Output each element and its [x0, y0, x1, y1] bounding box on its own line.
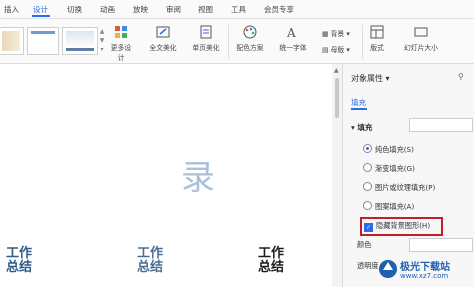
tab-slideshow[interactable]: 放映	[133, 4, 148, 15]
scroll-up-icon[interactable]: ▲	[334, 67, 339, 74]
ribbon-divider	[228, 25, 229, 59]
radio-solid-fill[interactable]: 纯色填充(S)	[363, 144, 414, 155]
scroll-thumb[interactable]	[335, 78, 339, 118]
checkmark-icon: ✓	[364, 223, 373, 232]
design-thumbnail-2[interactable]	[27, 27, 59, 55]
palette-icon	[243, 25, 257, 39]
radio-picture-fill[interactable]: 图片或纹理填充(P)	[363, 182, 435, 193]
tab-fill[interactable]: 填充	[351, 97, 366, 108]
magic-icon	[156, 26, 170, 38]
menu-bar: 插入 设计 切换 动画 放映 审阅 视图 工具 会员专享	[0, 0, 474, 19]
gallery-scroll[interactable]: ▲ ▼ ▾	[98, 27, 106, 53]
slide-title-2: 工作 总结	[137, 246, 164, 275]
page-icon	[200, 25, 212, 39]
radio-icon	[363, 182, 372, 191]
tab-member[interactable]: 会员专享	[264, 4, 294, 15]
active-panel-tab-indicator	[351, 108, 367, 110]
single-page-beautify-button[interactable]: 单页美化	[188, 25, 224, 52]
slide-size-button[interactable]: 幻灯片大小	[398, 25, 444, 52]
unified-font-button[interactable]: A 统一字体	[273, 25, 313, 52]
fill-type-dropdown[interactable]	[409, 118, 473, 132]
radio-icon	[363, 163, 372, 172]
background-button[interactable]: ▦ 背景 ▾	[322, 28, 350, 38]
tab-animation[interactable]: 动画	[100, 4, 115, 15]
tab-transition[interactable]: 切换	[67, 4, 82, 15]
slide-title-1: 工作 总结	[6, 246, 33, 275]
pin-icon[interactable]: ⚲	[458, 72, 464, 81]
slide-canvas-area: 录 工作 总结 工作 总结 工作 总结 ▲	[0, 64, 342, 287]
font-icon: A	[286, 26, 296, 39]
color-scheme-button[interactable]: 配色方案	[233, 25, 267, 52]
hide-background-checkbox[interactable]: ✓ 隐藏背景图形(H)	[364, 221, 430, 232]
slide-big-character: 录	[181, 158, 215, 198]
layout-icon	[370, 25, 384, 39]
slide-size-icon	[414, 27, 428, 37]
watermark: 极光下载站 www.xz7.com	[370, 252, 474, 287]
radio-gradient-fill[interactable]: 渐变填充(G)	[363, 163, 415, 174]
ribbon: ▲ ▼ ▾ 更多设计 全文美化 单页美化 配色方案 A 统一字体 ▦ 背景 ▾ ▤ …	[0, 19, 474, 64]
tab-insert[interactable]: 插入	[4, 4, 19, 15]
radio-icon	[363, 201, 372, 210]
watermark-logo-icon	[379, 260, 397, 278]
tab-tools[interactable]: 工具	[231, 4, 246, 15]
more-design-button[interactable]: 更多设计	[108, 25, 134, 62]
design-thumbnail-1[interactable]	[0, 27, 24, 55]
slide-title-3: 工作 总结	[258, 246, 285, 275]
active-tab-indicator	[32, 15, 50, 17]
fill-section-header[interactable]: ▾ 填充	[351, 122, 372, 133]
vertical-scrollbar[interactable]: ▲	[332, 64, 342, 287]
tab-design[interactable]: 设计	[33, 4, 48, 15]
layout-button[interactable]: 版式	[366, 25, 388, 52]
beautify-all-button[interactable]: 全文美化	[145, 25, 181, 52]
master-button[interactable]: ▤ 母版 ▾	[322, 44, 350, 54]
slide[interactable]: 录 工作 总结 工作 总结 工作 总结	[0, 64, 332, 287]
tab-view[interactable]: 视图	[198, 4, 213, 15]
svg-text:A: A	[286, 26, 296, 39]
panel-title[interactable]: 对象属性 ▾	[351, 73, 390, 84]
color-picker[interactable]	[409, 238, 473, 252]
background-icon: ▦	[322, 30, 329, 38]
grid-icon	[115, 26, 127, 38]
radio-icon	[363, 144, 372, 153]
master-icon: ▤	[322, 46, 329, 54]
ribbon-divider	[362, 25, 363, 59]
tab-review[interactable]: 审阅	[166, 4, 181, 15]
radio-pattern-fill[interactable]: 图案填充(A)	[363, 201, 414, 212]
design-thumbnail-3[interactable]	[62, 27, 98, 55]
color-label: 颜色	[357, 240, 372, 249]
